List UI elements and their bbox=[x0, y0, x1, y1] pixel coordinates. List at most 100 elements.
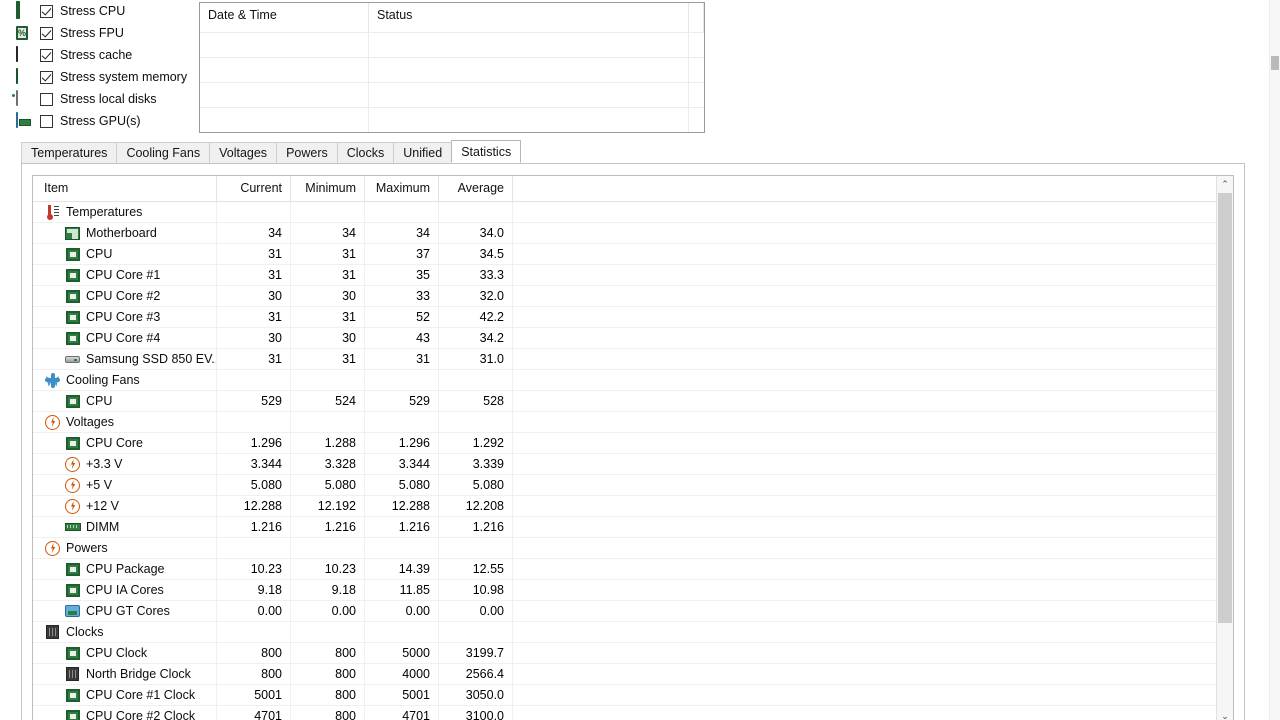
statistics-cell-average: 33.3 bbox=[439, 265, 513, 285]
statistics-cell-spacer bbox=[513, 349, 1233, 369]
statistics-item-row[interactable]: CPU Core #1 31 31 35 33.3 bbox=[33, 265, 1233, 286]
tab-voltages[interactable]: Voltages bbox=[209, 142, 278, 163]
statistics-cell-average: 12.208 bbox=[439, 496, 513, 516]
statistics-cell-maximum: 31 bbox=[365, 349, 439, 369]
statistics-group-row[interactable]: Voltages bbox=[33, 412, 1233, 433]
statistics-cell-spacer bbox=[513, 412, 1233, 432]
stress-option-checkbox[interactable] bbox=[40, 4, 53, 18]
stress-option-checkbox[interactable] bbox=[40, 70, 53, 84]
statistics-cell-spacer bbox=[513, 517, 1233, 537]
statistics-grid-body: Temperatures Motherboard 34 34 34 34.0 CPU 31 31… bbox=[33, 202, 1233, 720]
statistics-item-row[interactable]: CPU Core #4 30 30 43 34.2 bbox=[33, 328, 1233, 349]
statistics-item-row[interactable]: +5 V 5.080 5.080 5.080 5.080 bbox=[33, 475, 1233, 496]
scroll-up-arrow-icon[interactable]: ⌃ bbox=[1217, 176, 1233, 193]
stress-option-checkbox[interactable] bbox=[40, 92, 53, 106]
statistics-item-label: CPU Core bbox=[86, 436, 143, 450]
statistics-group-row[interactable]: Temperatures bbox=[33, 202, 1233, 223]
tab-unified[interactable]: Unified bbox=[393, 142, 453, 163]
column-header-current[interactable]: Current bbox=[217, 176, 291, 201]
statistics-item-row[interactable]: CPU Clock 800 800 5000 3199.7 bbox=[33, 643, 1233, 664]
statistics-item-row[interactable]: North Bridge Clock 800 800 4000 2566.4 bbox=[33, 664, 1233, 685]
stress-option-checkbox[interactable] bbox=[40, 114, 53, 128]
column-header-item[interactable]: Item bbox=[33, 176, 217, 201]
statistics-item-row[interactable]: CPU GT Cores 0.00 0.00 0.00 0.00 bbox=[33, 601, 1233, 622]
statistics-item-row[interactable]: CPU IA Cores 9.18 9.18 11.85 10.98 bbox=[33, 580, 1233, 601]
statistics-item-row[interactable]: +3.3 V 3.344 3.328 3.344 3.339 bbox=[33, 454, 1233, 475]
status-log-panel[interactable]: Date & Time Status bbox=[199, 2, 705, 133]
cpu-chip-icon bbox=[64, 393, 81, 409]
statistics-cell-minimum: 10.23 bbox=[291, 559, 365, 579]
statistics-cell-current: 0.00 bbox=[217, 601, 291, 621]
statistics-cell-average: 12.55 bbox=[439, 559, 513, 579]
stress-option-label: Stress cache bbox=[60, 48, 133, 62]
statistics-item-row[interactable]: Motherboard 34 34 34 34.0 bbox=[33, 223, 1233, 244]
log-row[interactable] bbox=[200, 57, 704, 82]
statistics-item-row[interactable]: CPU 529 524 529 528 bbox=[33, 391, 1233, 412]
column-header-minimum[interactable]: Minimum bbox=[291, 176, 365, 201]
page-scrollbar-thumb[interactable] bbox=[1271, 56, 1279, 70]
statistics-cell-minimum: 800 bbox=[291, 643, 365, 663]
scrollbar-thumb[interactable] bbox=[1218, 193, 1232, 623]
tab-cooling-fans[interactable]: Cooling Fans bbox=[116, 142, 211, 163]
statistics-cell-minimum: 5.080 bbox=[291, 475, 365, 495]
statistics-item-row[interactable]: +12 V 12.288 12.192 12.288 12.208 bbox=[33, 496, 1233, 517]
statistics-cell-spacer bbox=[513, 538, 1233, 558]
statistics-item-row[interactable]: CPU Package 10.23 10.23 14.39 12.55 bbox=[33, 559, 1233, 580]
log-row[interactable] bbox=[200, 32, 704, 57]
statistics-cell-minimum: 31 bbox=[291, 349, 365, 369]
log-column-date-time[interactable]: Date & Time bbox=[200, 3, 369, 32]
stress-option-row[interactable]: Stress cache bbox=[16, 44, 196, 66]
statistics-cell-spacer bbox=[513, 685, 1233, 705]
log-row[interactable] bbox=[200, 107, 704, 132]
statistics-item-row[interactable]: DIMM 1.216 1.216 1.216 1.216 bbox=[33, 517, 1233, 538]
stress-option-checkbox[interactable] bbox=[40, 48, 53, 62]
stress-option-row[interactable]: Stress GPU(s) bbox=[16, 110, 196, 132]
statistics-group-row[interactable]: Cooling Fans bbox=[33, 370, 1233, 391]
column-header-maximum[interactable]: Maximum bbox=[365, 176, 439, 201]
cpu-chip-icon bbox=[16, 1, 34, 19]
log-cell-status bbox=[369, 108, 689, 132]
log-column-status[interactable]: Status bbox=[369, 3, 689, 32]
statistics-group-row[interactable]: Clocks bbox=[33, 622, 1233, 643]
statistics-item-label: Cooling Fans bbox=[66, 373, 140, 387]
statistics-cell-average: 1.292 bbox=[439, 433, 513, 453]
statistics-cell-current: 30 bbox=[217, 286, 291, 306]
statistics-item-row[interactable]: CPU Core #1 Clock 5001 800 5001 3050.0 bbox=[33, 685, 1233, 706]
statistics-cell-current: 1.296 bbox=[217, 433, 291, 453]
statistics-item-row[interactable]: CPU Core #2 30 30 33 32.0 bbox=[33, 286, 1233, 307]
tab-powers[interactable]: Powers bbox=[276, 142, 338, 163]
scroll-down-arrow-icon[interactable]: ⌄ bbox=[1217, 708, 1233, 720]
stress-option-row[interactable]: Stress system memory bbox=[16, 66, 196, 88]
memory-dimm-icon bbox=[16, 68, 34, 85]
cache-module-icon bbox=[16, 46, 34, 63]
page-scrollbar[interactable] bbox=[1269, 0, 1280, 720]
stress-option-checkbox[interactable] bbox=[40, 26, 53, 40]
statistics-item-row[interactable]: Samsung SSD 850 EV... 31 31 31 31.0 bbox=[33, 349, 1233, 370]
stress-option-row[interactable]: Stress local disks bbox=[16, 88, 196, 110]
statistics-item-row[interactable]: CPU 31 31 37 34.5 bbox=[33, 244, 1233, 265]
log-row[interactable] bbox=[200, 82, 704, 107]
column-header-average[interactable]: Average bbox=[439, 176, 513, 201]
statistics-group-row[interactable]: Powers bbox=[33, 538, 1233, 559]
tab-temperatures[interactable]: Temperatures bbox=[21, 142, 118, 163]
statistics-cell-spacer bbox=[513, 622, 1233, 642]
statistics-item-row[interactable]: CPU Core #2 Clock 4701 800 4701 3100.0 bbox=[33, 706, 1233, 720]
tab-clocks[interactable]: Clocks bbox=[336, 142, 395, 163]
statistics-cell-maximum: 1.296 bbox=[365, 433, 439, 453]
statistics-cell-item: +12 V bbox=[33, 496, 217, 516]
statistics-item-row[interactable]: CPU Core 1.296 1.288 1.296 1.292 bbox=[33, 433, 1233, 454]
statistics-cell-maximum: 33 bbox=[365, 286, 439, 306]
statistics-scrollbar[interactable]: ⌃ ⌄ bbox=[1216, 176, 1233, 720]
statistics-item-row[interactable]: CPU Core #3 31 31 52 42.2 bbox=[33, 307, 1233, 328]
statistics-cell-minimum: 30 bbox=[291, 328, 365, 348]
cpu-chip-icon bbox=[64, 309, 81, 325]
statistics-cell-item: CPU Core #1 bbox=[33, 265, 217, 285]
cpu-chip-icon bbox=[64, 645, 81, 661]
statistics-item-label: +5 V bbox=[86, 478, 113, 492]
stress-option-row[interactable]: Stress CPU bbox=[16, 0, 196, 22]
statistics-cell-current: 9.18 bbox=[217, 580, 291, 600]
stress-option-row[interactable]: % Stress FPU bbox=[16, 22, 196, 44]
cpu-chip-icon bbox=[64, 582, 81, 598]
statistics-cell-average: 5.080 bbox=[439, 475, 513, 495]
tab-statistics[interactable]: Statistics bbox=[451, 140, 522, 163]
